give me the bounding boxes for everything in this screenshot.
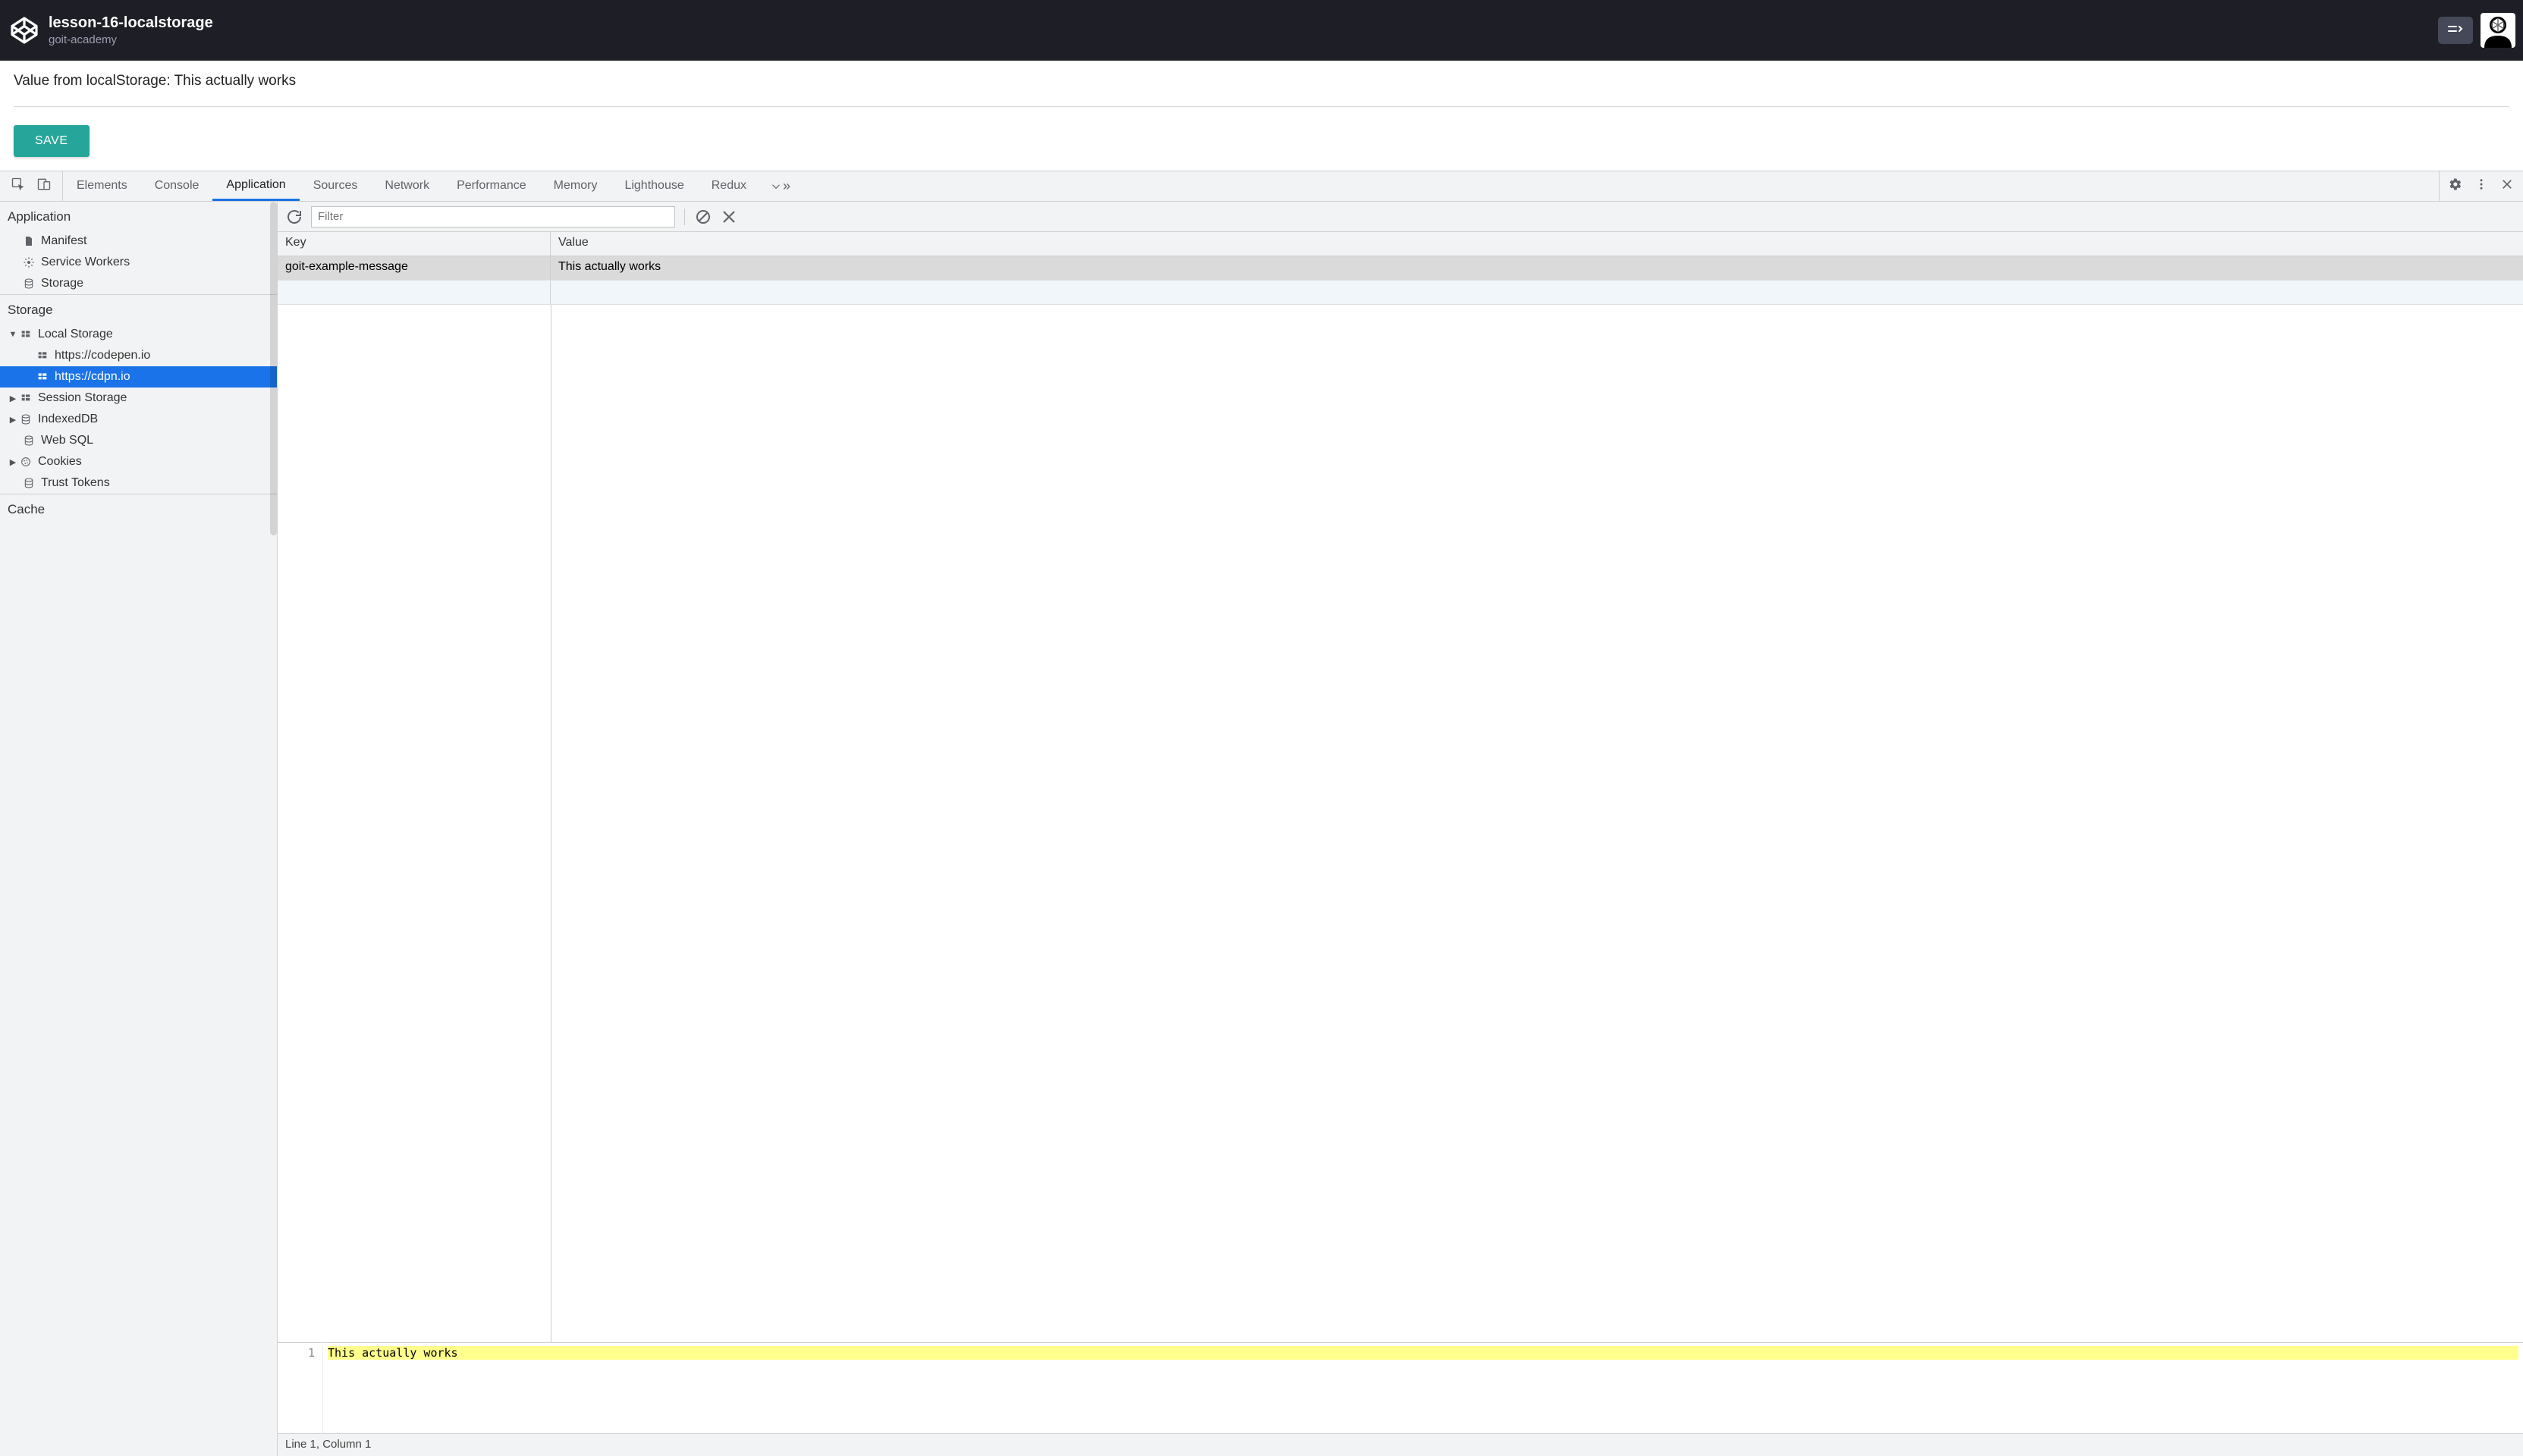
sidebar-item-manifest[interactable]: Manifest xyxy=(0,231,277,252)
layout-toggle-button[interactable] xyxy=(2438,17,2473,44)
codepen-header: lesson-16-localstorage goit-academy xyxy=(0,0,2523,61)
devtools-panel: Elements Console Application Sources Net… xyxy=(0,171,2523,1456)
sidebar-item-websql[interactable]: Web SQL xyxy=(0,430,277,451)
tab-elements[interactable]: Elements xyxy=(63,171,141,201)
tab-network[interactable]: Network xyxy=(371,171,443,201)
editor-gutter: 1 xyxy=(278,1343,323,1433)
sidebar-section-storage: Storage xyxy=(0,295,277,324)
filter-input[interactable] xyxy=(311,206,675,228)
storage-toolbar xyxy=(278,202,2523,232)
application-sidebar: Application Manifest Service Workers Sto… xyxy=(0,202,278,1456)
codepen-logo-icon xyxy=(9,15,39,46)
preview-pane: Value from localStorage: This actually w… xyxy=(0,61,2523,171)
disclosure-triangle-icon[interactable]: ▶ xyxy=(8,457,18,467)
close-devtools-icon[interactable] xyxy=(2500,177,2514,195)
tab-lighthouse[interactable]: Lighthouse xyxy=(611,171,697,201)
sidebar-item-label: https://cdpn.io xyxy=(55,370,130,384)
kebab-menu-icon[interactable] xyxy=(2474,177,2488,195)
gear-icon xyxy=(21,256,36,269)
value-preview-editor: 1 This actually works Line 1, Column 1 xyxy=(278,1342,2523,1456)
sidebar-item-service-workers[interactable]: Service Workers xyxy=(0,252,277,273)
database-icon xyxy=(21,277,36,290)
tabs-overflow-icon[interactable]: » xyxy=(760,171,800,201)
storage-grid-icon xyxy=(18,391,33,405)
sidebar-item-localstorage-origin-cdpn[interactable]: https://cdpn.io xyxy=(0,366,277,388)
sidebar-scrollbar[interactable] xyxy=(270,202,277,535)
column-header-value[interactable]: Value xyxy=(551,232,2523,256)
line-number: 1 xyxy=(278,1346,315,1360)
storage-grid-icon xyxy=(35,349,50,362)
sidebar-section-cache: Cache xyxy=(0,494,277,523)
sidebar-item-local-storage[interactable]: ▼ Local Storage xyxy=(0,324,277,345)
sidebar-item-label: Service Workers xyxy=(41,256,130,269)
database-icon xyxy=(18,413,33,426)
sidebar-item-indexeddb[interactable]: ▶ IndexedDB xyxy=(0,409,277,430)
storage-grid-icon xyxy=(35,370,50,384)
table-empty-area xyxy=(278,305,2523,1342)
disclosure-triangle-icon[interactable]: ▶ xyxy=(8,394,18,403)
settings-gear-icon[interactable] xyxy=(2449,177,2462,195)
device-toolbar-icon[interactable] xyxy=(36,177,52,196)
tab-application[interactable]: Application xyxy=(212,171,299,201)
sidebar-item-label: IndexedDB xyxy=(38,413,98,426)
editor-line: This actually works xyxy=(328,1346,2518,1360)
sidebar-section-application: Application xyxy=(0,202,277,231)
sidebar-item-cookies[interactable]: ▶ Cookies xyxy=(0,451,277,472)
storage-table-body: goit-example-message This actually works xyxy=(278,256,2523,305)
storage-grid-icon xyxy=(18,328,33,341)
inspect-element-icon[interactable] xyxy=(11,177,26,196)
delete-selected-icon[interactable] xyxy=(720,208,738,226)
storage-main-panel: Key Value goit-example-message This actu… xyxy=(278,202,2523,1456)
sidebar-item-label: Manifest xyxy=(41,234,86,248)
refresh-icon[interactable] xyxy=(285,208,303,226)
divider xyxy=(14,106,2509,107)
disclosure-triangle-icon[interactable]: ▼ xyxy=(8,330,18,339)
clear-all-icon[interactable] xyxy=(694,208,712,226)
sidebar-item-label: Session Storage xyxy=(38,391,127,405)
editor-status-bar: Line 1, Column 1 xyxy=(278,1433,2523,1456)
cell-key[interactable]: goit-example-message xyxy=(278,256,551,280)
devtools-tabbar: Elements Console Application Sources Net… xyxy=(0,171,2523,202)
tab-redux[interactable]: Redux xyxy=(698,171,760,201)
save-button[interactable]: SAVE xyxy=(14,125,90,157)
cell-value[interactable]: This actually works xyxy=(551,256,2523,280)
table-row-empty[interactable] xyxy=(278,281,2523,305)
cookie-icon xyxy=(18,455,33,469)
sidebar-item-storage[interactable]: Storage xyxy=(0,273,277,294)
pen-author[interactable]: goit-academy xyxy=(49,33,213,47)
sidebar-item-trust-tokens[interactable]: Trust Tokens xyxy=(0,472,277,494)
disclosure-triangle-icon[interactable]: ▶ xyxy=(8,415,18,425)
header-titles: lesson-16-localstorage goit-academy xyxy=(49,14,213,47)
sidebar-item-label: Local Storage xyxy=(38,328,113,341)
database-icon xyxy=(21,434,36,447)
storage-table-header: Key Value xyxy=(278,232,2523,256)
editor-content[interactable]: This actually works xyxy=(323,1343,2523,1433)
sidebar-item-label: Storage xyxy=(41,277,83,290)
output-text: Value from localStorage: This actually w… xyxy=(14,73,2509,89)
sidebar-item-localstorage-origin-codepen[interactable]: https://codepen.io xyxy=(0,345,277,366)
sidebar-item-label: Web SQL xyxy=(41,434,93,447)
file-icon xyxy=(21,234,36,248)
column-header-key[interactable]: Key xyxy=(278,232,551,256)
tab-memory[interactable]: Memory xyxy=(540,171,611,201)
sidebar-item-label: Cookies xyxy=(38,455,82,469)
sidebar-item-session-storage[interactable]: ▶ Session Storage xyxy=(0,388,277,409)
sidebar-item-label: https://codepen.io xyxy=(55,349,150,362)
tab-sources[interactable]: Sources xyxy=(300,171,372,201)
devtools-tabs: Elements Console Application Sources Net… xyxy=(63,171,760,201)
database-icon xyxy=(21,476,36,490)
user-avatar[interactable] xyxy=(2481,13,2515,48)
pen-title: lesson-16-localstorage xyxy=(49,14,213,32)
sidebar-item-label: Trust Tokens xyxy=(41,476,110,490)
tab-performance[interactable]: Performance xyxy=(443,171,540,201)
tab-console[interactable]: Console xyxy=(141,171,213,201)
table-row[interactable]: goit-example-message This actually works xyxy=(278,256,2523,281)
